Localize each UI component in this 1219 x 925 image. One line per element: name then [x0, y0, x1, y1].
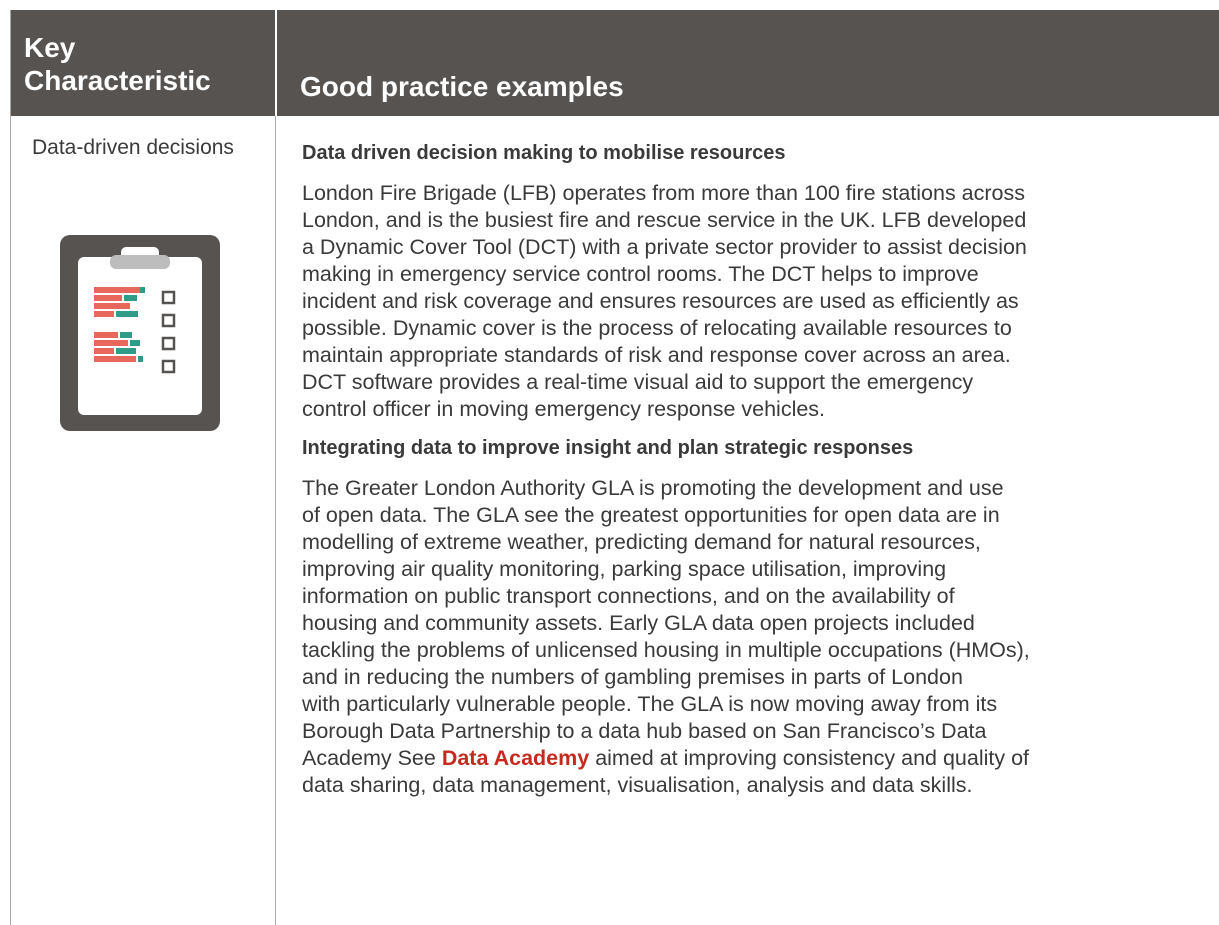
section-body-gla: The Greater London Authority GLA is prom… [302, 475, 1202, 799]
data-academy-link[interactable]: Data Academy [442, 746, 589, 770]
paragraph-line: improving air quality monitoring, parkin… [302, 557, 947, 581]
line-text-before-link: Academy See [302, 746, 442, 770]
paragraph-line: housing and community assets. Early GLA … [302, 611, 975, 635]
table-header: Key Characteristic Good practice example… [10, 10, 1219, 116]
section-title-integrating-data: Integrating data to improve insight and … [302, 437, 914, 459]
paragraph-line: maintain appropriate standards of risk a… [302, 343, 1011, 367]
column-divider [275, 116, 276, 925]
paragraph-line-with-link: Academy See Data Academy aimed at improv… [302, 745, 1202, 772]
paragraph-line: a Dynamic Cover Tool (DCT) with a privat… [302, 235, 1027, 259]
paragraph-line: making in emergency service control room… [302, 262, 979, 286]
good-practice-table: Key Characteristic Good practice example… [10, 10, 1219, 925]
section-title-mobilise-resources: Data driven decision making to mobilise … [302, 142, 786, 164]
paragraph-line: The Greater London Authority GLA is prom… [302, 476, 1004, 500]
paragraph-line: London, and is the busiest fire and resc… [302, 208, 1027, 232]
paragraph-line: Borough Data Partnership to a data hub b… [302, 719, 987, 743]
table-left-border [10, 10, 11, 925]
paragraph-line: modelling of extreme weather, predicting… [302, 530, 981, 554]
paragraph-line: data sharing, data management, visualisa… [302, 773, 973, 797]
paragraph-line: control officer in moving emergency resp… [302, 397, 826, 421]
paragraph-line: tackling the problems of unlicensed hous… [302, 638, 1030, 662]
paragraph-line: and in reducing the numbers of gambling … [302, 665, 963, 689]
line-text-after-link: aimed at improving consistency and quali… [589, 746, 1030, 770]
paragraph-line: incident and risk coverage and ensures r… [302, 289, 1019, 313]
paragraph-line: with particularly vulnerable people. The… [302, 692, 998, 716]
section-body-lfb: London Fire Brigade (LFB) operates from … [302, 180, 1202, 423]
paragraph-line: possible. Dynamic cover is the process o… [302, 316, 1012, 340]
good-practice-content: Data driven decision making to mobilise … [302, 135, 1202, 811]
paragraph-line: London Fire Brigade (LFB) operates from … [302, 181, 1025, 205]
paragraph-line: of open data. The GLA see the greatest o… [302, 503, 1000, 527]
header-good-practice: Good practice examples [300, 71, 624, 102]
clipboard-checklist-icon [60, 235, 220, 446]
paragraph-line: information on public transport connecti… [302, 584, 955, 608]
header-key-characteristic: Key Characteristic [24, 32, 211, 96]
paragraph-line: DCT software provides a real-time visual… [302, 370, 974, 394]
header-divider [275, 10, 277, 116]
characteristic-label: Data-driven decisions [32, 136, 234, 159]
